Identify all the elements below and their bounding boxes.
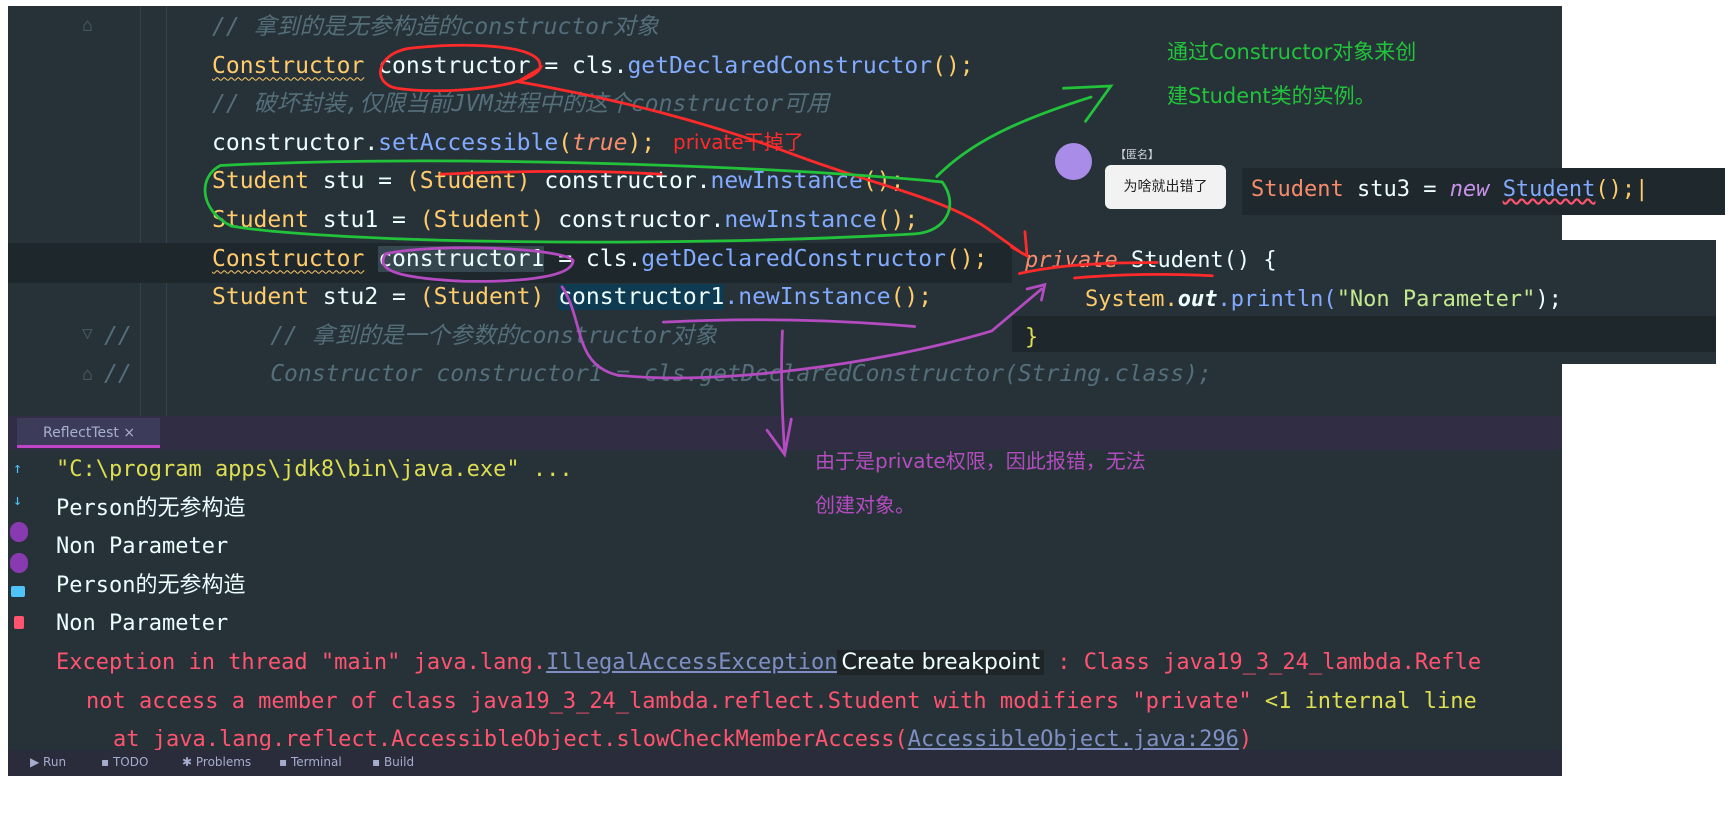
purple-arrow xyxy=(765,329,793,458)
green-ellipse xyxy=(203,84,1114,244)
purple-underline xyxy=(662,318,917,328)
red-ellipse xyxy=(379,43,1029,259)
hand-drawn-strokes xyxy=(203,43,1214,458)
red-underline-private xyxy=(1018,261,1214,280)
purple-ellipse xyxy=(381,246,1047,380)
screenshot: ⌂ ▽ ⌂ // 拿到的是无参构造的constructor对象 Construct… xyxy=(0,0,1728,813)
red-underline xyxy=(439,170,663,176)
